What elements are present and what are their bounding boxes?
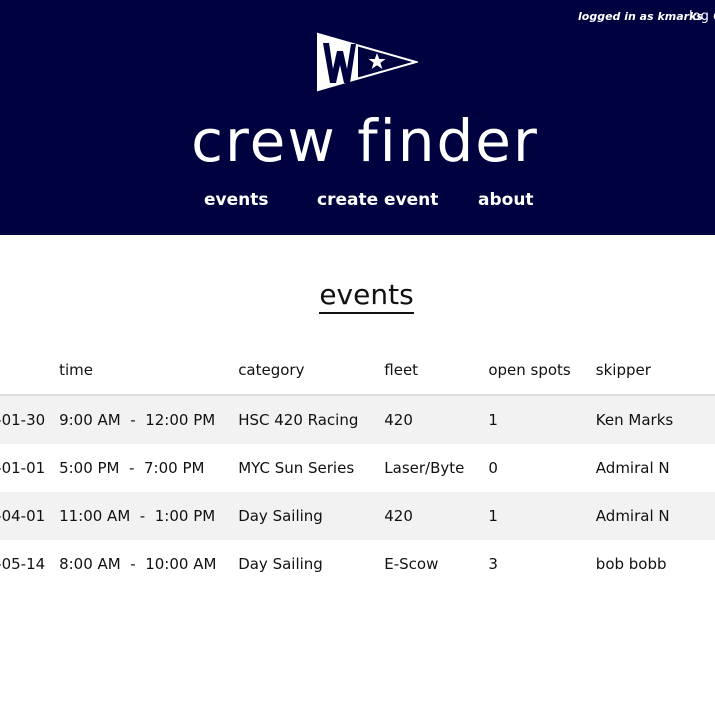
site-header: logged in as kmarks log out crew finder …: [0, 0, 715, 235]
events-table-container: date time category fleet open spots skip…: [0, 346, 715, 588]
cell-skipper: Admiral N: [595, 492, 715, 540]
page-heading: events: [0, 278, 715, 314]
column-header-fleet[interactable]: fleet: [384, 346, 489, 396]
logout-link[interactable]: log out: [689, 9, 715, 24]
column-header-time[interactable]: time: [59, 346, 239, 396]
cell-time: 9:00 AM - 12:00 PM: [59, 395, 239, 444]
cell-time: 11:00 AM - 1:00 PM: [59, 492, 239, 540]
cell-skipper: Ken Marks: [595, 395, 715, 444]
cell-open-spots: 1: [488, 492, 596, 540]
cell-date: 2019-01-01: [0, 459, 46, 477]
site-title: crew finder: [191, 107, 539, 175]
burgee-flag-logo[interactable]: [316, 32, 418, 92]
cell-date: 2019-05-14: [0, 555, 46, 573]
cell-time: 5:00 PM - 7:00 PM: [59, 459, 205, 477]
column-header-category[interactable]: category: [238, 346, 385, 396]
cell-category: HSC 420 Racing: [238, 395, 385, 444]
login-status: logged in as kmarks: [578, 10, 703, 23]
cell-fleet: 420: [384, 395, 489, 444]
cell-fleet: Laser/Byte: [384, 459, 465, 477]
column-header-open-spots[interactable]: open spots: [488, 346, 596, 396]
cell-category: Day Sailing: [238, 555, 323, 573]
nav-about[interactable]: about: [478, 190, 534, 210]
cell-fleet: 420: [384, 492, 489, 540]
table-row[interactable]: 2019-01-01 5:00 PM - 7:00 PM MYC Sun Ser…: [0, 444, 715, 492]
cell-time: 8:00 AM - 10:00 AM: [59, 555, 217, 573]
table-row[interactable]: 2019-04-01 11:00 AM - 1:00 PM Day Sailin…: [0, 492, 715, 540]
table-header-row: date time category fleet open spots skip…: [0, 346, 715, 396]
cell-date: 2019-01-30: [0, 395, 60, 444]
page-heading-text: events: [319, 278, 414, 314]
cell-skipper: bob bobb: [595, 555, 667, 573]
cell-fleet: E-Scow: [384, 555, 439, 573]
events-table: date time category fleet open spots skip…: [0, 346, 715, 588]
cell-open-spots: 1: [488, 395, 596, 444]
cell-category: Day Sailing: [238, 492, 385, 540]
column-header-skipper[interactable]: skipper: [595, 346, 715, 396]
cell-date: 2019-04-01: [0, 492, 60, 540]
table-row[interactable]: 2019-05-14 8:00 AM - 10:00 AM Day Sailin…: [0, 540, 715, 588]
cell-skipper: Admiral N: [595, 459, 670, 477]
table-row[interactable]: 2019-01-30 9:00 AM - 12:00 PM HSC 420 Ra…: [0, 395, 715, 444]
column-header-date[interactable]: date: [0, 346, 60, 396]
cell-category: MYC Sun Series: [238, 459, 355, 477]
cell-open-spots: 3: [488, 555, 498, 573]
cell-open-spots: 0: [488, 459, 498, 477]
nav-create-event[interactable]: create event: [317, 190, 438, 210]
nav-events[interactable]: events: [204, 190, 269, 210]
